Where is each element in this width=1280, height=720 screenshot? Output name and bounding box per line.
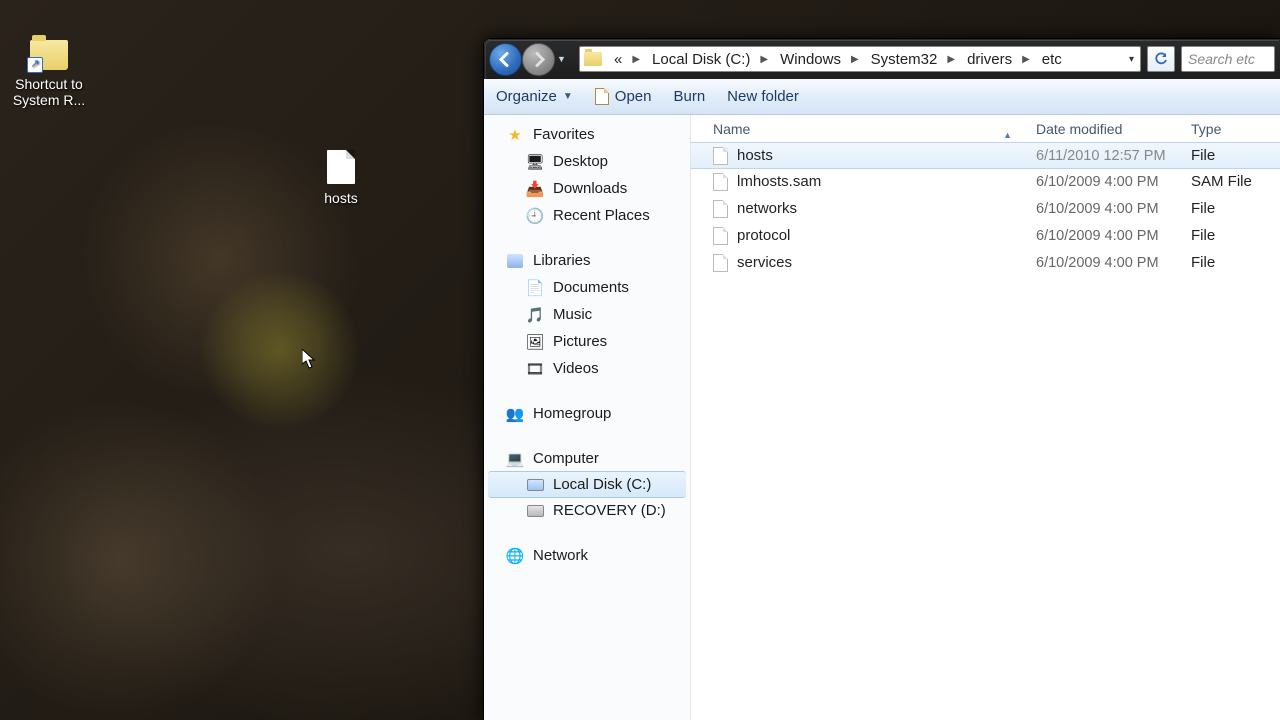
videos-icon: 🎞 — [526, 360, 544, 378]
toolbar: Organize ▼ Open Burn New folder — [484, 79, 1280, 115]
sidebar-libraries[interactable]: Libraries — [484, 247, 690, 274]
recent-icon: 🕘 — [526, 207, 544, 225]
sidebar-item-documents[interactable]: 📄Documents — [484, 274, 690, 301]
breadcrumb-seg[interactable]: etc — [1034, 47, 1068, 71]
sidebar-item-recovery[interactable]: RECOVERY (D:) — [484, 497, 690, 524]
file-row[interactable]: hosts 6/11/2010 12:57 PM File — [691, 142, 1280, 169]
file-name: hosts — [737, 147, 773, 164]
explorer-window: ▼ «▶ Local Disk (C:)▶ Windows▶ System32▶… — [483, 38, 1280, 720]
file-type: File — [1181, 147, 1280, 164]
address-bar[interactable]: «▶ Local Disk (C:)▶ Windows▶ System32▶ d… — [579, 46, 1141, 72]
libraries-icon — [506, 252, 524, 270]
chevron-right-icon: ▶ — [1018, 54, 1034, 65]
desktop-icon-label: Shortcut to System R... — [4, 76, 94, 108]
column-date[interactable]: Date modified — [1026, 121, 1181, 137]
sidebar-network[interactable]: 🌐Network — [484, 542, 690, 569]
desktop-icon-hosts[interactable]: hosts — [296, 148, 386, 206]
pictures-icon: 🖼 — [526, 333, 544, 351]
chevron-right-icon: ▶ — [943, 54, 959, 65]
file-icon — [713, 254, 728, 272]
network-icon: 🌐 — [506, 547, 524, 565]
organize-button[interactable]: Organize ▼ — [496, 88, 573, 105]
file-list: Name▲ Date modified Type hosts 6/11/2010… — [691, 115, 1280, 720]
new-folder-button[interactable]: New folder — [727, 88, 799, 105]
star-icon: ★ — [506, 126, 524, 144]
breadcrumb-overflow[interactable]: « — [606, 47, 628, 71]
breadcrumb-seg[interactable]: System32 — [863, 47, 944, 71]
column-headers: Name▲ Date modified Type — [691, 115, 1280, 143]
chevron-right-icon: ▶ — [847, 54, 863, 65]
file-type: File — [1181, 200, 1280, 217]
cursor-icon — [302, 349, 316, 369]
sidebar-item-recent[interactable]: 🕘Recent Places — [484, 202, 690, 229]
drive-icon — [526, 476, 544, 494]
column-type[interactable]: Type — [1181, 121, 1280, 137]
file-date: 6/10/2009 4:00 PM — [1026, 255, 1181, 271]
column-name[interactable]: Name▲ — [691, 121, 1026, 137]
sort-asc-icon: ▲ — [1003, 130, 1012, 140]
file-row[interactable]: protocol 6/10/2009 4:00 PM File — [691, 222, 1280, 249]
homegroup-icon: 👥 — [506, 405, 524, 423]
file-type: File — [1181, 227, 1280, 244]
desktop-icon-shortcut[interactable]: Shortcut to System R... — [4, 36, 94, 108]
folder-shortcut-icon — [30, 40, 68, 70]
open-button[interactable]: Open — [595, 88, 652, 105]
file-icon — [713, 227, 728, 245]
sidebar-item-music[interactable]: 🎵Music — [484, 301, 690, 328]
file-icon — [327, 150, 355, 184]
sidebar-item-pictures[interactable]: 🖼Pictures — [484, 328, 690, 355]
breadcrumb-seg[interactable]: drivers — [959, 47, 1018, 71]
file-type: SAM File — [1181, 173, 1280, 190]
refresh-button[interactable] — [1147, 46, 1175, 72]
file-icon — [713, 173, 728, 191]
titlebar[interactable]: ▼ «▶ Local Disk (C:)▶ Windows▶ System32▶… — [484, 39, 1280, 79]
drive-icon — [526, 502, 544, 520]
search-input[interactable]: Search etc — [1181, 46, 1275, 72]
nav-forward-button[interactable] — [522, 43, 555, 76]
desktop-icon-label: hosts — [296, 190, 386, 206]
burn-button[interactable]: Burn — [673, 88, 705, 105]
file-icon — [713, 200, 728, 218]
address-dropdown[interactable]: ▾ — [1123, 54, 1140, 65]
desktop-nav-icon: 🖥 — [526, 153, 544, 171]
chevron-down-icon: ▼ — [563, 91, 573, 102]
file-icon — [713, 147, 728, 165]
sidebar-homegroup[interactable]: 👥Homegroup — [484, 400, 690, 427]
sidebar-item-videos[interactable]: 🎞Videos — [484, 355, 690, 382]
chevron-right-icon: ▶ — [628, 54, 644, 65]
sidebar-item-desktop[interactable]: 🖥Desktop — [484, 148, 690, 175]
file-row[interactable]: services 6/10/2009 4:00 PM File — [691, 249, 1280, 276]
search-placeholder: Search etc — [1188, 51, 1255, 67]
file-name: protocol — [737, 227, 790, 244]
file-date: 6/10/2009 4:00 PM — [1026, 174, 1181, 190]
file-name: networks — [737, 200, 797, 217]
file-date: 6/10/2009 4:00 PM — [1026, 228, 1181, 244]
nav-history-dropdown[interactable]: ▼ — [557, 54, 569, 64]
chevron-right-icon: ▶ — [756, 54, 772, 65]
sidebar-item-downloads[interactable]: 📥Downloads — [484, 175, 690, 202]
file-name: services — [737, 254, 792, 271]
file-name: lmhosts.sam — [737, 173, 821, 190]
documents-icon: 📄 — [526, 279, 544, 297]
breadcrumb-seg[interactable]: Local Disk (C:) — [644, 47, 756, 71]
breadcrumb-seg[interactable]: Windows — [772, 47, 847, 71]
computer-icon: 💻 — [506, 450, 524, 468]
sidebar-favorites[interactable]: ★Favorites — [484, 121, 690, 148]
downloads-icon: 📥 — [526, 180, 544, 198]
file-date: 6/11/2010 12:57 PM — [1026, 148, 1181, 164]
file-row[interactable]: networks 6/10/2009 4:00 PM File — [691, 195, 1280, 222]
music-icon: 🎵 — [526, 306, 544, 324]
file-type: File — [1181, 254, 1280, 271]
file-date: 6/10/2009 4:00 PM — [1026, 201, 1181, 217]
file-row[interactable]: lmhosts.sam 6/10/2009 4:00 PM SAM File — [691, 168, 1280, 195]
nav-back-button[interactable] — [489, 43, 522, 76]
folder-icon — [584, 52, 602, 66]
document-icon — [595, 88, 609, 105]
sidebar-computer[interactable]: 💻Computer — [484, 445, 690, 472]
sidebar-item-localdisk[interactable]: Local Disk (C:) — [488, 471, 686, 498]
sidebar: ★Favorites 🖥Desktop 📥Downloads 🕘Recent P… — [484, 115, 691, 720]
